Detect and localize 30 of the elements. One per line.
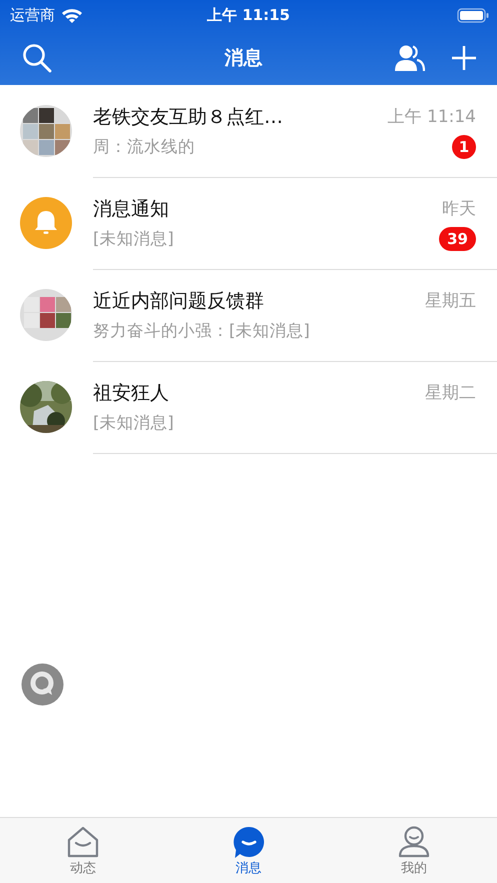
unread-count: 39 [439,226,476,250]
message-preview: [未知消息] [93,412,174,434]
chat-title: 老铁交友互助８点红… [93,104,283,130]
home-icon [66,826,99,858]
message-preview: 努力奋斗的小强：[未知消息] [93,320,310,342]
message-preview: [未知消息] [93,228,174,250]
add-icon[interactable] [451,44,477,70]
tab[interactable]: 动态 [0,818,166,883]
message-time: 上午 11:14 [388,106,476,128]
person-icon [398,826,430,858]
wifi-icon [61,7,83,23]
tab[interactable]: 我的 [331,818,497,883]
chat-title: 近近内部问题反馈群 [93,288,264,314]
chat-title: 祖安狂人 [93,380,169,406]
message-time: 昨天 [442,198,476,220]
unread-count: 1 [452,134,476,158]
chat-title: 消息通知 [93,196,169,222]
battery-icon [457,8,489,22]
tab[interactable]: 消息 [166,818,332,883]
bell-icon [20,197,72,249]
message-time: 星期二 [425,382,476,404]
message-time: 星期五 [425,290,476,312]
message-preview: 周：流水线的 [93,136,195,158]
contacts-icon[interactable] [395,44,425,72]
page-title: 消息 [224,46,262,68]
chat-bubble-icon [232,826,264,858]
floating-chat-icon[interactable] [21,663,64,706]
carrier-name: 运营商 [10,6,55,24]
clock-time: 上午 11:15 [207,6,290,25]
search-icon[interactable] [22,42,52,72]
